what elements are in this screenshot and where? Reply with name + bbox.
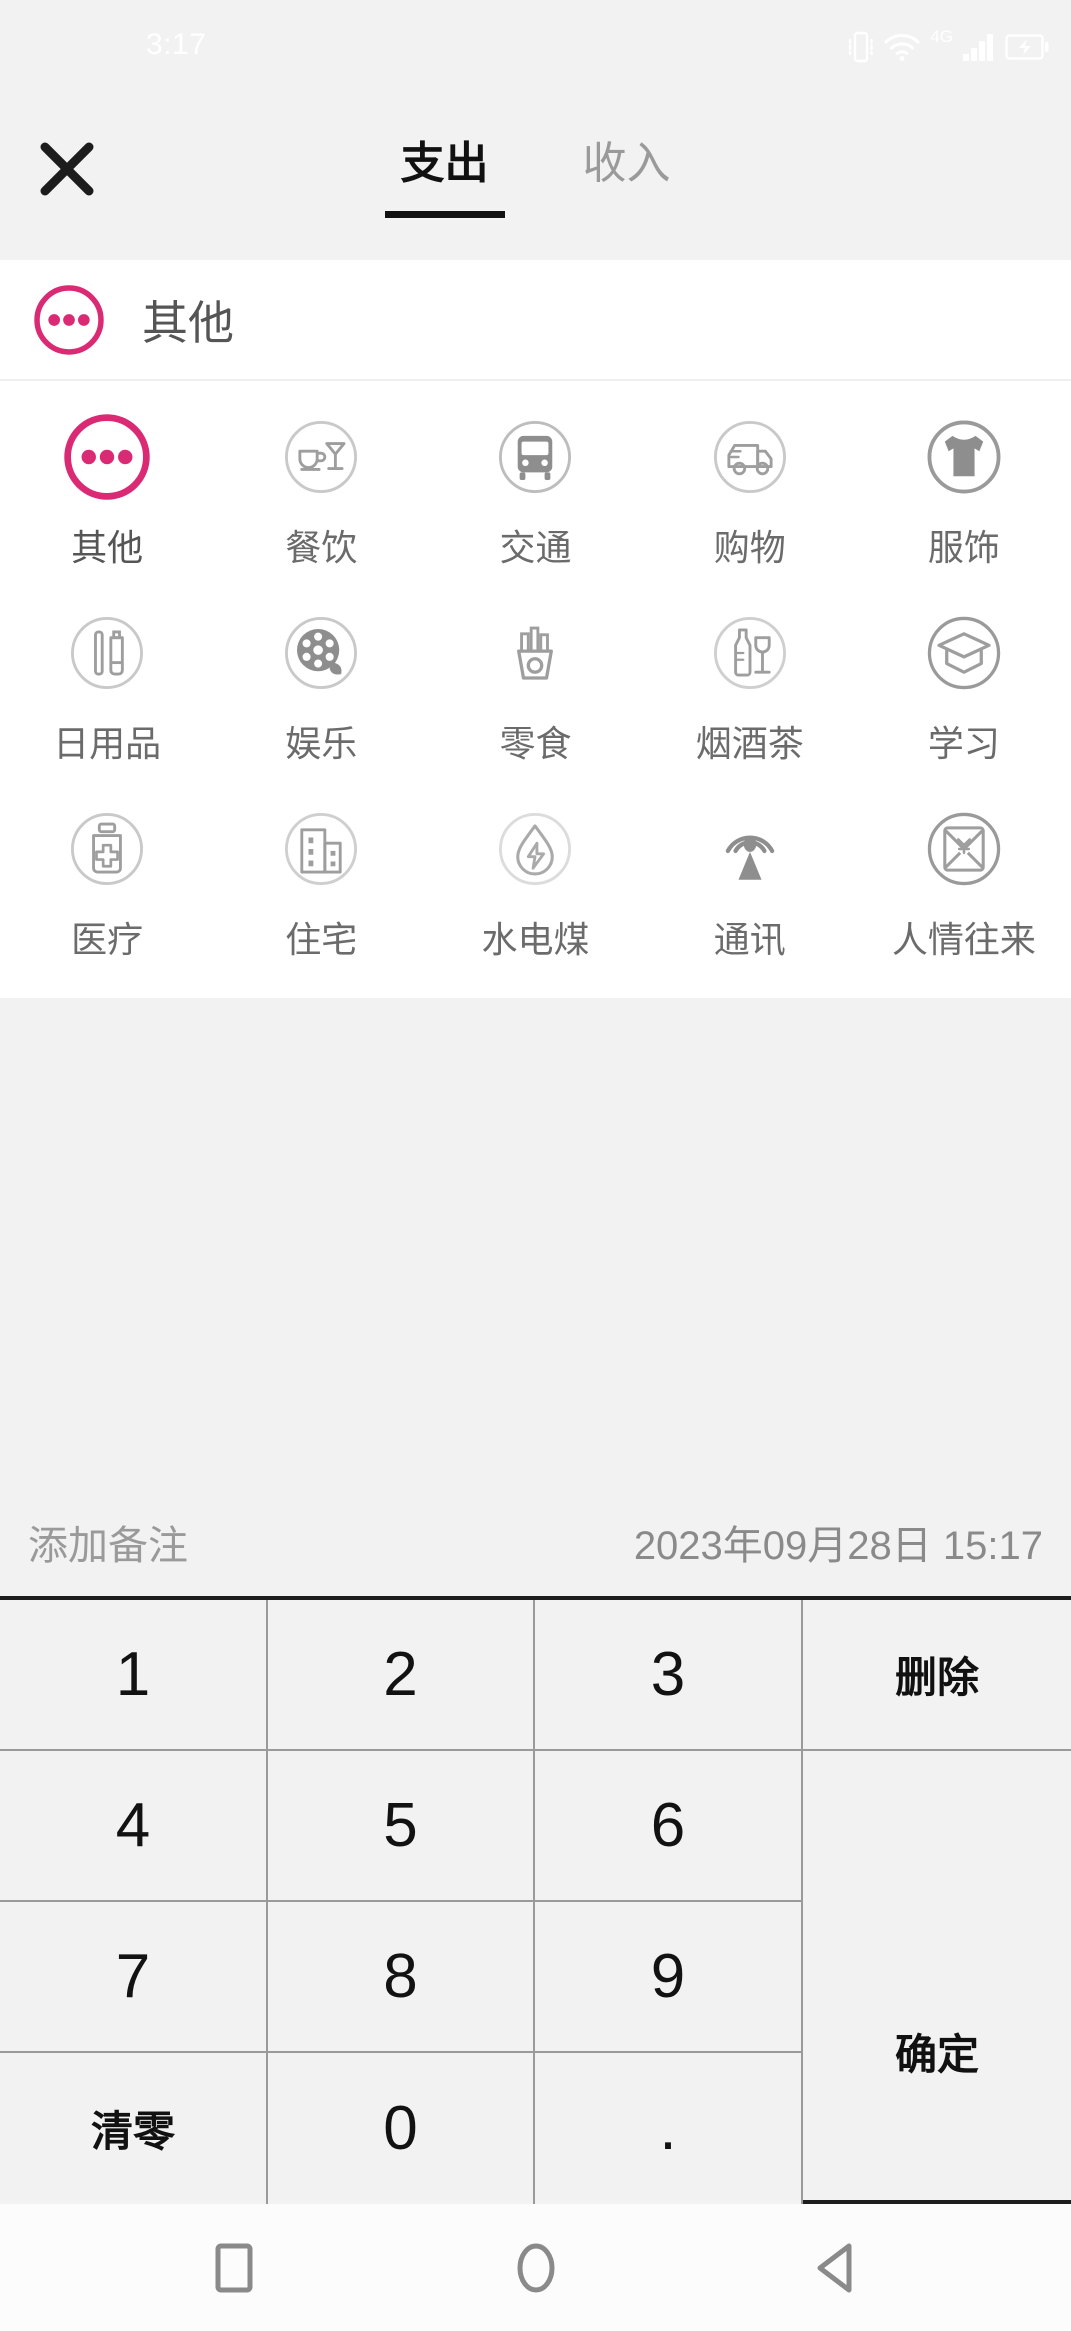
back-triangle-icon: [817, 2243, 851, 2292]
category-label: 通讯: [713, 919, 786, 960]
bus-icon: [487, 409, 583, 505]
content-spacer: [0, 998, 1071, 1488]
tab-income[interactable]: 收入: [555, 136, 699, 218]
category-label: 其他: [71, 527, 144, 568]
ellipsis-circle-icon: [34, 284, 104, 355]
category-item-tongxun[interactable]: 通讯: [643, 791, 857, 987]
category-item-jiaotong[interactable]: 交通: [428, 399, 642, 595]
tab-expense[interactable]: 支出: [373, 136, 517, 218]
top-bar: 支出 收入: [0, 88, 1071, 260]
status-bar: 3:17 4G: [0, 0, 1071, 88]
category-item-zhuzhai[interactable]: 住宅: [214, 791, 428, 987]
toiletries-icon: [59, 605, 155, 701]
category-label: 学习: [927, 723, 1000, 764]
graduation-cap-icon: [916, 605, 1012, 701]
numeric-keypad: 1 2 3 删除 4 5 6 7 8 9 确定 清零 0 .: [0, 1596, 1071, 2204]
battery-charging-icon: [1005, 34, 1049, 60]
category-item-yiliao[interactable]: 医疗: [0, 791, 214, 987]
vibrate-icon: [849, 31, 874, 63]
selected-category-label: 其他: [142, 296, 234, 349]
category-label: 医疗: [71, 919, 144, 960]
fries-icon: [487, 605, 583, 701]
category-item-yanjiucha[interactable]: 烟酒茶: [643, 595, 857, 791]
wifi-icon: [884, 34, 920, 61]
category-item-lingshi[interactable]: 零食: [428, 595, 642, 791]
android-nav-bar: [0, 2204, 1071, 2331]
delete-button[interactable]: 删除: [803, 1600, 1071, 1751]
recents-button[interactable]: [186, 2220, 282, 2316]
category-item-xuexi[interactable]: 学习: [857, 595, 1071, 791]
building-icon: [273, 801, 369, 897]
key-decimal-point[interactable]: .: [535, 2053, 803, 2204]
key-7[interactable]: 7: [0, 1902, 268, 2053]
category-label: 购物: [713, 527, 786, 568]
category-label: 餐饮: [285, 527, 358, 568]
key-9[interactable]: 9: [535, 1902, 803, 2053]
back-button[interactable]: [790, 2220, 886, 2316]
tshirt-icon: [916, 409, 1012, 505]
key-8[interactable]: 8: [268, 1902, 535, 2053]
category-panel: 其他 餐饮 交通 购物 服饰 日用品 娱乐 零食 烟酒茶 学习 医疗 住宅 水电…: [0, 381, 1071, 998]
category-label: 娱乐: [285, 723, 358, 764]
medicine-bottle-icon: [59, 801, 155, 897]
status-time: 3:17: [146, 28, 207, 61]
category-label: 交通: [499, 527, 572, 568]
key-1[interactable]: 1: [0, 1600, 268, 1751]
keypad-blank-cell: [803, 1751, 1071, 1902]
category-item-canyin[interactable]: 餐饮: [214, 399, 428, 595]
app-screen: 3:17 4G 支出 收入 其他 其他 餐饮 交通 购物 服饰 日用品 娱乐 零…: [0, 0, 1071, 2331]
red-envelope-icon: [916, 801, 1012, 897]
signal-bars-icon: [963, 34, 993, 61]
category-item-yule[interactable]: 娱乐: [214, 595, 428, 791]
confirm-button[interactable]: 确定: [803, 1902, 1071, 2204]
network-4g-icon: 4G: [930, 27, 953, 46]
key-2[interactable]: 2: [268, 1600, 535, 1751]
key-4[interactable]: 4: [0, 1751, 268, 1902]
ellipsis-circle-icon: [59, 409, 155, 505]
status-icons: 4G: [848, 27, 1049, 64]
signal-tower-icon: [702, 801, 798, 897]
dining-icon: [273, 409, 369, 505]
delivery-truck-icon: [702, 409, 798, 505]
category-item-qita[interactable]: 其他: [0, 399, 214, 595]
category-item-riyongpin[interactable]: 日用品: [0, 595, 214, 791]
category-item-renqingwanglai[interactable]: 人情往来: [857, 791, 1071, 987]
clear-button[interactable]: 清零: [0, 2053, 268, 2204]
category-grid: 其他 餐饮 交通 购物 服饰 日用品 娱乐 零食 烟酒茶 学习 医疗 住宅 水电…: [0, 399, 1071, 987]
category-label: 服饰: [927, 527, 1000, 568]
bottle-glass-icon: [702, 605, 798, 701]
note-input[interactable]: 添加备注: [28, 1513, 188, 1571]
home-circle-icon: [517, 2243, 554, 2292]
key-0[interactable]: 0: [268, 2053, 535, 2204]
tab-bar: 支出 收入: [0, 88, 1071, 260]
home-button[interactable]: [488, 2220, 584, 2316]
category-item-shuidianmei[interactable]: 水电煤: [428, 791, 642, 987]
date-time-picker[interactable]: 2023年09月28日 15:17: [634, 1513, 1043, 1571]
category-item-gouwu[interactable]: 购物: [643, 399, 857, 595]
category-label: 人情往来: [891, 919, 1036, 960]
category-label: 住宅: [285, 919, 358, 960]
note-date-row: 添加备注 2023年09月28日 15:17: [0, 1488, 1071, 1596]
utility-drop-icon: [487, 801, 583, 897]
selected-category-header: 其他: [0, 260, 1071, 381]
key-5[interactable]: 5: [268, 1751, 535, 1902]
category-item-fushi[interactable]: 服饰: [857, 399, 1071, 595]
category-label: 零食: [499, 723, 572, 764]
key-3[interactable]: 3: [535, 1600, 803, 1751]
category-label: 烟酒茶: [695, 723, 804, 764]
recents-square-icon: [215, 2243, 252, 2292]
key-6[interactable]: 6: [535, 1751, 803, 1902]
category-label: 水电煤: [481, 919, 590, 960]
category-label: 日用品: [53, 723, 162, 764]
film-reel-icon: [273, 605, 369, 701]
